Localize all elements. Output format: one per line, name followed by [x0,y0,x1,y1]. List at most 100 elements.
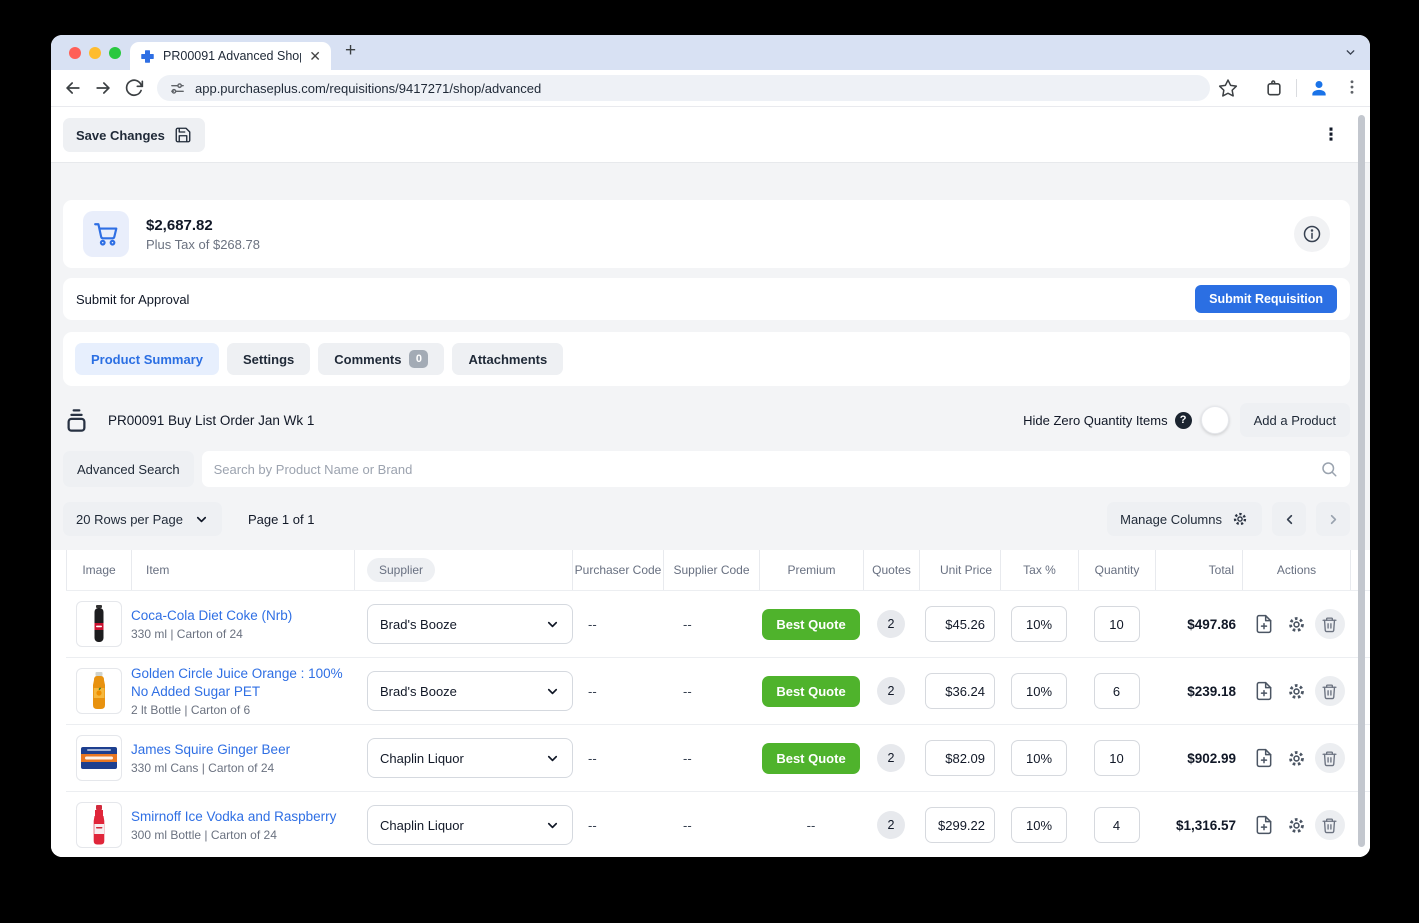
tab-search-chevron-icon[interactable] [1344,46,1357,59]
browser-menu-icon[interactable] [1343,78,1361,98]
previous-page-button[interactable] [1272,502,1306,536]
quotes-count-badge[interactable]: 2 [877,610,905,638]
chevron-down-icon [547,688,558,694]
help-question-icon[interactable]: ? [1174,411,1192,429]
submit-requisition-button[interactable]: Submit Requisition [1195,285,1337,313]
product-detail: 330 ml | Carton of 24 [131,627,243,642]
tax-input[interactable]: 10% [1011,606,1067,642]
maximize-window-button[interactable] [109,47,121,59]
next-page-button[interactable] [1316,502,1350,536]
row-settings-icon[interactable] [1282,676,1312,706]
unit-price-input[interactable]: $299.22 [925,807,995,843]
product-name-link[interactable]: Golden Circle Juice Orange : 100% No Add… [131,665,344,701]
tab-comments[interactable]: Comments 0 [318,343,445,375]
row-actions [1242,609,1351,639]
save-changes-label: Save Changes [76,127,165,143]
close-window-button[interactable] [69,47,81,59]
delete-row-icon[interactable] [1314,676,1345,706]
buy-list-section-header: PR00091 Buy List Order Jan Wk 1 Hide Zer… [63,402,1350,438]
best-quote-badge: Best Quote [762,608,860,640]
unit-price-input[interactable]: $45.26 [925,606,995,642]
add-note-icon[interactable] [1249,743,1279,773]
browser-window: PR00091 Advanced Shop ✕ + app.purchasepl… [51,35,1370,857]
supplier-select[interactable]: Brad's Booze [367,604,573,644]
quotes-count-badge[interactable]: 2 [877,677,905,705]
tab-settings[interactable]: Settings [226,343,311,375]
col-quotes: Quotes [863,550,919,590]
quantity-input[interactable]: 6 [1093,673,1140,709]
add-note-icon[interactable] [1249,609,1279,639]
forward-icon[interactable] [93,78,113,98]
product-name-link[interactable]: Smirnoff Ice Vodka and Raspberry [131,808,344,826]
quotes-count-badge[interactable]: 2 [877,744,905,772]
advanced-search-button[interactable]: Advanced Search [63,451,194,487]
unit-price-input[interactable]: $82.09 [925,740,995,776]
tax-input[interactable]: 10% [1011,740,1067,776]
row-total: $902.99 [1187,750,1236,766]
bookmark-star-icon[interactable] [1218,78,1238,98]
app-toolbar: Save Changes ⋮ [51,107,1370,163]
product-image-beer-carton [75,735,122,781]
rows-per-page-dropdown[interactable]: 20 Rows per Page [63,502,222,536]
unit-price-input[interactable]: $36.24 [925,673,995,709]
new-tab-button[interactable]: + [345,40,356,62]
reload-icon[interactable] [124,78,144,98]
product-detail: 2 lt Bottle | Carton of 6 [131,703,251,718]
manage-columns-button[interactable]: Manage Columns [1107,502,1262,536]
browser-tab[interactable]: PR00091 Advanced Shop ✕ [130,42,331,70]
hide-zero-quantity-toggle[interactable] [1200,406,1229,434]
col-supplier[interactable]: Supplier [354,550,572,590]
chevron-left-icon [1286,514,1292,524]
page-menu-icon[interactable]: ⋮ [1318,122,1344,148]
products-table: Image Item Supplier Purchaser Code Suppl… [51,550,1370,857]
tab-product-summary[interactable]: Product Summary [75,343,219,375]
delete-row-icon[interactable] [1314,743,1345,773]
product-search-box[interactable] [201,451,1350,487]
rows-per-page-label: 20 Rows per Page [76,511,183,527]
delete-row-icon[interactable] [1314,810,1345,840]
extensions-icon[interactable] [1264,78,1284,98]
manage-columns-label: Manage Columns [1120,511,1222,527]
supplier-select[interactable]: Brad's Booze [367,671,573,711]
col-premium: Premium [759,550,863,590]
site-settings-icon[interactable] [169,80,186,97]
delete-row-icon[interactable] [1314,609,1345,639]
address-bar[interactable]: app.purchaseplus.com/requisitions/941727… [157,75,1210,101]
product-name-link[interactable]: James Squire Ginger Beer [131,741,344,759]
table-row: Golden Circle Juice Orange : 100% No Add… [66,657,1370,724]
quantity-input[interactable]: 10 [1093,740,1140,776]
best-quote-badge: Best Quote [762,742,860,774]
tax-input[interactable]: 10% [1011,673,1067,709]
row-settings-icon[interactable] [1282,609,1312,639]
add-a-product-button[interactable]: Add a Product [1239,403,1350,437]
row-settings-icon[interactable] [1282,743,1312,773]
quotes-count-badge[interactable]: 2 [877,811,905,839]
url-text[interactable]: app.purchaseplus.com/requisitions/941727… [195,81,541,96]
quantity-input[interactable]: 10 [1093,606,1140,642]
add-note-icon[interactable] [1249,810,1279,840]
add-note-icon[interactable] [1249,676,1279,706]
product-name-link[interactable]: Coca-Cola Diet Coke (Nrb) [131,607,344,625]
tax-input[interactable]: 10% [1011,807,1067,843]
save-changes-button[interactable]: Save Changes [63,118,205,152]
back-icon[interactable] [63,78,83,98]
quantity-input[interactable]: 4 [1093,807,1140,843]
vertical-scrollbar[interactable] [1358,115,1365,847]
tab-title: PR00091 Advanced Shop [163,49,302,63]
supplier-select[interactable]: Chaplin Liquor [367,805,573,845]
cart-tax-note: Plus Tax of $268.78 [146,236,260,252]
profile-avatar-icon[interactable] [1309,78,1329,98]
info-button[interactable] [1294,216,1330,252]
supplier-select[interactable]: Chaplin Liquor [367,738,573,778]
product-detail: 300 ml Bottle | Carton of 24 [131,828,277,843]
minimize-window-button[interactable] [89,47,101,59]
supplier-code-value: -- [683,616,692,632]
tab-attachments[interactable]: Attachments [452,343,564,375]
product-search-input[interactable] [213,461,1320,477]
chevron-right-icon [1330,514,1336,524]
row-settings-icon[interactable] [1282,810,1312,840]
col-purchaser-code: Purchaser Code [572,550,663,590]
tab-close-icon[interactable]: ✕ [309,49,321,63]
supplier-code-value: -- [683,683,692,699]
row-total: $1,316.57 [1175,817,1236,833]
